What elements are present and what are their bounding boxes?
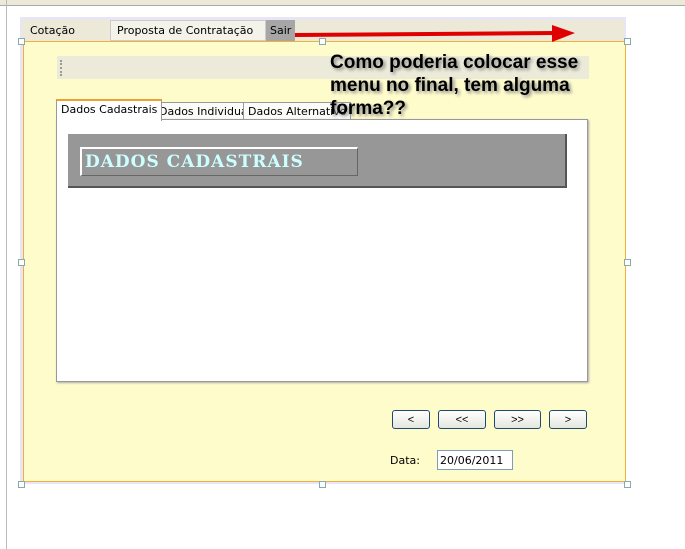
- next-button[interactable]: >: [549, 410, 587, 429]
- first-button[interactable]: <<: [438, 410, 486, 429]
- date-label: Data:: [390, 454, 420, 467]
- red-arrow-icon: [294, 25, 575, 42]
- resize-handle[interactable]: [18, 259, 25, 266]
- prev-button[interactable]: <: [392, 410, 430, 429]
- date-input[interactable]: [437, 450, 513, 470]
- section-title: DADOS CADASTRAIS: [80, 147, 358, 176]
- tab-dados-cadastrais[interactable]: Dados Cadastrais: [56, 99, 163, 121]
- resize-handle[interactable]: [319, 481, 326, 488]
- resize-handle[interactable]: [624, 481, 631, 488]
- toolbar-grip[interactable]: [60, 60, 64, 76]
- menu-item-cotacao[interactable]: Cotação: [24, 20, 81, 41]
- menu-item-proposta[interactable]: Proposta de Contratação: [110, 20, 266, 41]
- annotation-text: Como poderia colocar esse menu no final,…: [330, 52, 579, 119]
- divider: [6, 0, 7, 549]
- resize-handle[interactable]: [624, 259, 631, 266]
- top-toolbar-strip: [0, 0, 685, 6]
- resize-handle[interactable]: [624, 38, 631, 45]
- tab-dados-individual[interactable]: Dados Individual: [154, 102, 256, 120]
- resize-handle[interactable]: [18, 481, 25, 488]
- resize-handle[interactable]: [18, 38, 25, 45]
- last-button[interactable]: >>: [494, 410, 541, 429]
